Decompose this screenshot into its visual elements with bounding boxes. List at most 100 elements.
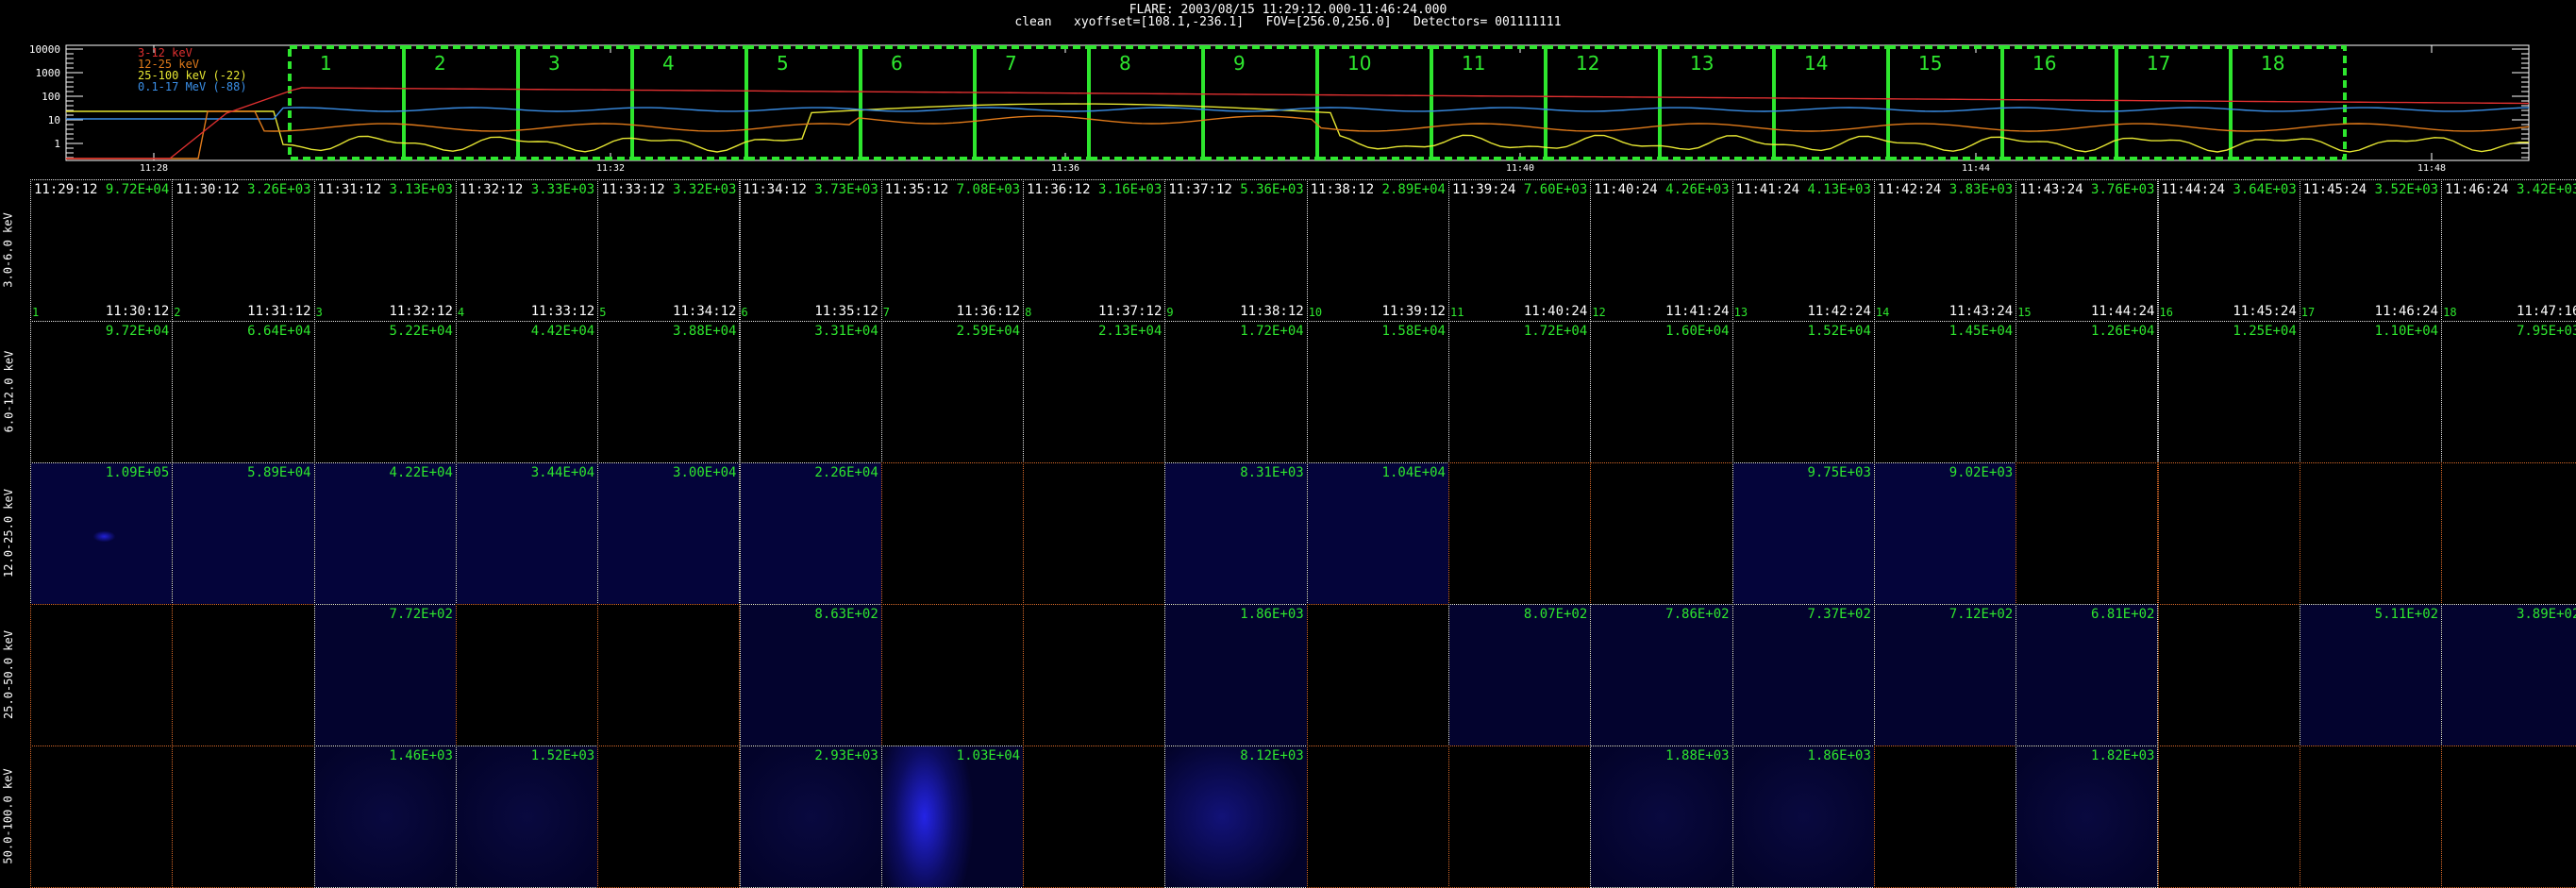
source-image (1165, 463, 1307, 604)
start-time: 11:45:24 (2302, 182, 2367, 197)
start-time: 11:39:24 (1452, 182, 1516, 197)
source-image (882, 180, 1023, 321)
end-time: 11:33:12 (530, 304, 595, 319)
energy-band-text: 25.0-50.0 keV (2, 630, 16, 719)
image-panel: 1.45E+04 (1873, 321, 2017, 463)
image-panel: 7.60E+03 11:39:24 11:40:24 11 (1448, 179, 1592, 322)
image-panel: 3.83E+03 11:42:24 11:43:24 14 (1873, 179, 2017, 322)
image-panel (2441, 462, 2576, 605)
peak-value: 2.59E+04 (956, 324, 1021, 339)
x-tick-label: 11:44 (1962, 163, 1990, 174)
peak-value: 1.86E+03 (1240, 607, 1304, 622)
peak-value: 3.52E+03 (2374, 182, 2439, 197)
end-time: 11:43:24 (1949, 304, 2014, 319)
source-image (1733, 180, 1874, 321)
peak-value: 1.86E+03 (1807, 748, 1871, 763)
peak-value: 8.12E+03 (1240, 748, 1304, 763)
image-panel: 1.60E+04 (1590, 321, 1733, 463)
image-panel: 3.00E+04 (597, 462, 741, 605)
interval-label: 9 (1233, 52, 1246, 75)
energy-band-label: 6.0-12.0 keV (0, 321, 17, 462)
interval-index: 7 (882, 306, 891, 319)
source-image (1307, 463, 1448, 604)
image-panel: 1.52E+04 (1731, 321, 1875, 463)
image-panel (2016, 462, 2159, 605)
end-time: 11:30:12 (105, 304, 170, 319)
source-image (1732, 605, 1874, 746)
end-time: 11:46:24 (2374, 304, 2439, 319)
interval-label: 16 (2032, 52, 2056, 75)
source-image (1165, 746, 1307, 887)
image-panel: 8.07E+02 (1448, 604, 1592, 746)
y-tick-label: 1 (54, 138, 60, 150)
peak-value: 1.58E+04 (1381, 324, 1446, 339)
image-panel (455, 604, 599, 746)
source-image (740, 605, 881, 746)
interval-box (973, 45, 1091, 160)
image-panel: 7.37E+02 (1731, 604, 1875, 746)
energy-band-label: 12.0-25.0 keV (0, 462, 17, 604)
peak-value: 7.95E+03 (2516, 324, 2576, 339)
source-image (2016, 746, 2158, 887)
image-panel (2299, 746, 2443, 888)
image-panel: 3.44E+04 (455, 462, 599, 605)
source-image (1165, 180, 1306, 321)
peak-value: 9.72E+04 (105, 324, 170, 339)
source-image (31, 180, 172, 321)
interval-box (2000, 45, 2118, 160)
image-panel: 4.13E+03 11:41:24 11:42:24 13 (1731, 179, 1875, 322)
interval-label: 17 (2147, 52, 2170, 75)
x-tick-label: 11:48 (2417, 163, 2446, 174)
source-image (315, 180, 456, 321)
image-panel: 5.36E+03 11:37:12 11:38:12 9 (1164, 179, 1308, 322)
end-time: 11:35:12 (814, 304, 878, 319)
peak-value: 3.00E+04 (673, 465, 737, 480)
peak-value: 3.42E+03 (2516, 182, 2576, 197)
peak-value: 1.72E+04 (1523, 324, 1588, 339)
legend-entry: 0.1-17 MeV (-88) (138, 80, 247, 93)
start-time: 11:46:24 (2445, 182, 2509, 197)
peak-value: 4.42E+04 (530, 324, 595, 339)
source-image (598, 322, 739, 462)
interval-label: 3 (548, 52, 560, 75)
source-image (2442, 180, 2576, 321)
peak-value: 7.08E+03 (956, 182, 1021, 197)
source-image (2300, 605, 2442, 746)
interval-label: 10 (1347, 52, 1371, 75)
image-panel (30, 604, 174, 746)
source-image (1732, 746, 1874, 887)
peak-value: 1.26E+04 (2091, 324, 2155, 339)
source-image (1591, 180, 1731, 321)
image-panel: 9.02E+03 (1873, 462, 2017, 605)
interval-box (1886, 45, 2004, 160)
peak-value: 1.10E+04 (2374, 324, 2439, 339)
image-panel (1306, 604, 1449, 746)
source-image (2300, 322, 2441, 462)
interval-box (630, 45, 748, 160)
interval-index: 10 (1308, 306, 1323, 319)
source-image (173, 180, 313, 321)
source-image (1733, 322, 1874, 462)
x-tick-label: 11:32 (596, 163, 625, 174)
interval-label: 8 (1119, 52, 1131, 75)
peak-value: 3.76E+03 (2091, 182, 2155, 197)
source-image (457, 322, 597, 462)
peak-value: 2.89E+04 (1381, 182, 1446, 197)
image-panel (2157, 604, 2300, 746)
image-panel (1448, 462, 1592, 605)
image-panel: 8.12E+03 (1164, 746, 1308, 888)
interval-index: 6 (741, 306, 748, 319)
peak-value: 5.36E+03 (1240, 182, 1304, 197)
peak-value: 3.73E+03 (814, 182, 878, 197)
source-image (1165, 322, 1306, 462)
interval-index: 1 (32, 306, 40, 319)
image-panel: 3.52E+03 11:45:24 11:46:24 17 (2299, 179, 2443, 322)
start-time: 11:31:12 (317, 182, 382, 197)
image-panel: 3.16E+03 11:36:12 11:37:12 8 (1023, 179, 1166, 322)
source-image (2016, 605, 2158, 746)
image-panel (880, 604, 1025, 746)
image-panel: 2.89E+04 11:38:12 11:39:12 10 (1306, 179, 1449, 322)
lightcurve-0.1-17mev (66, 107, 2530, 120)
image-panel: 3.26E+03 11:30:12 11:31:12 2 (172, 179, 315, 322)
source-image (173, 463, 314, 604)
